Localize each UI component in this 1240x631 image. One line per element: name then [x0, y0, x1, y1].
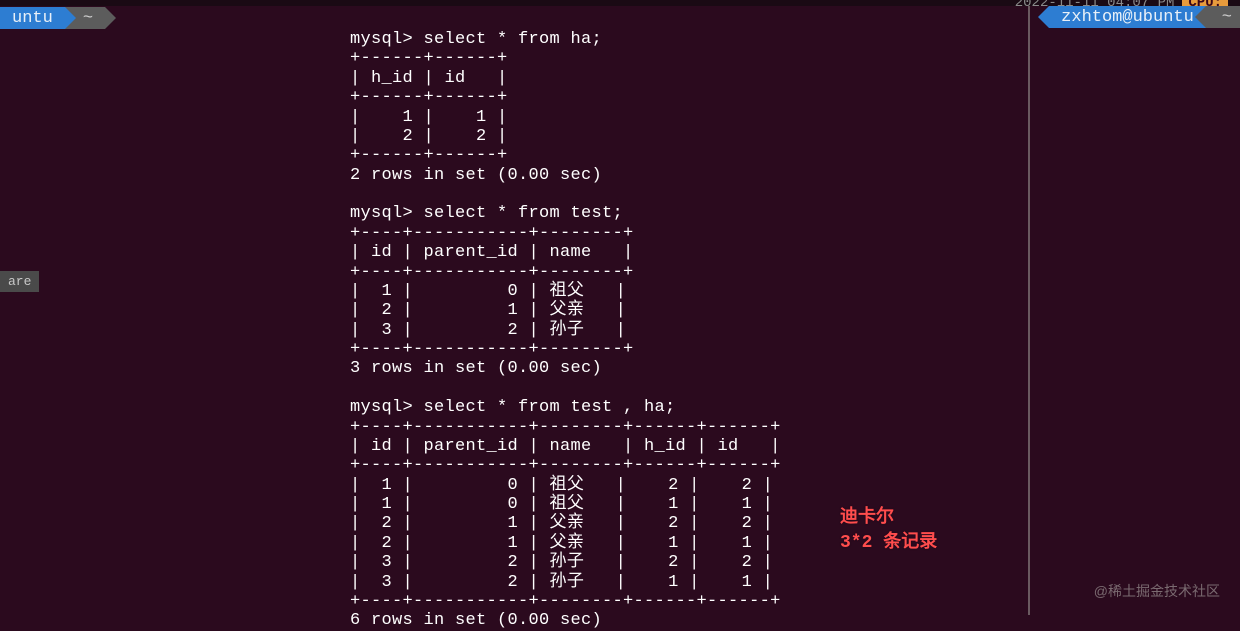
tab-right-group: zxhtom@ubuntu ~	[1049, 6, 1240, 28]
tab-host-label: untu	[12, 9, 53, 28]
tab-user-label: zxhtom@ubuntu	[1061, 8, 1194, 27]
tab-path-label: ~	[83, 9, 93, 28]
annotation-line-1: 迪卡尔	[840, 506, 937, 531]
watermark-text: @稀土掘金技术社区	[1094, 581, 1220, 601]
tab-path-right[interactable]: ~	[1206, 6, 1240, 28]
annotation-note: 迪卡尔 3*2 条记录	[840, 506, 937, 556]
annotation-line-2: 3*2 条记录	[840, 531, 937, 556]
terminal-pane[interactable]: mysql> select * from ha; +------+------+…	[0, 30, 1240, 615]
tab-path-right-label: ~	[1222, 8, 1232, 27]
tab-left-group: untu ~	[0, 6, 105, 30]
tab-user-right[interactable]: zxhtom@ubuntu	[1049, 6, 1206, 28]
tab-host-left[interactable]: untu	[0, 7, 65, 29]
